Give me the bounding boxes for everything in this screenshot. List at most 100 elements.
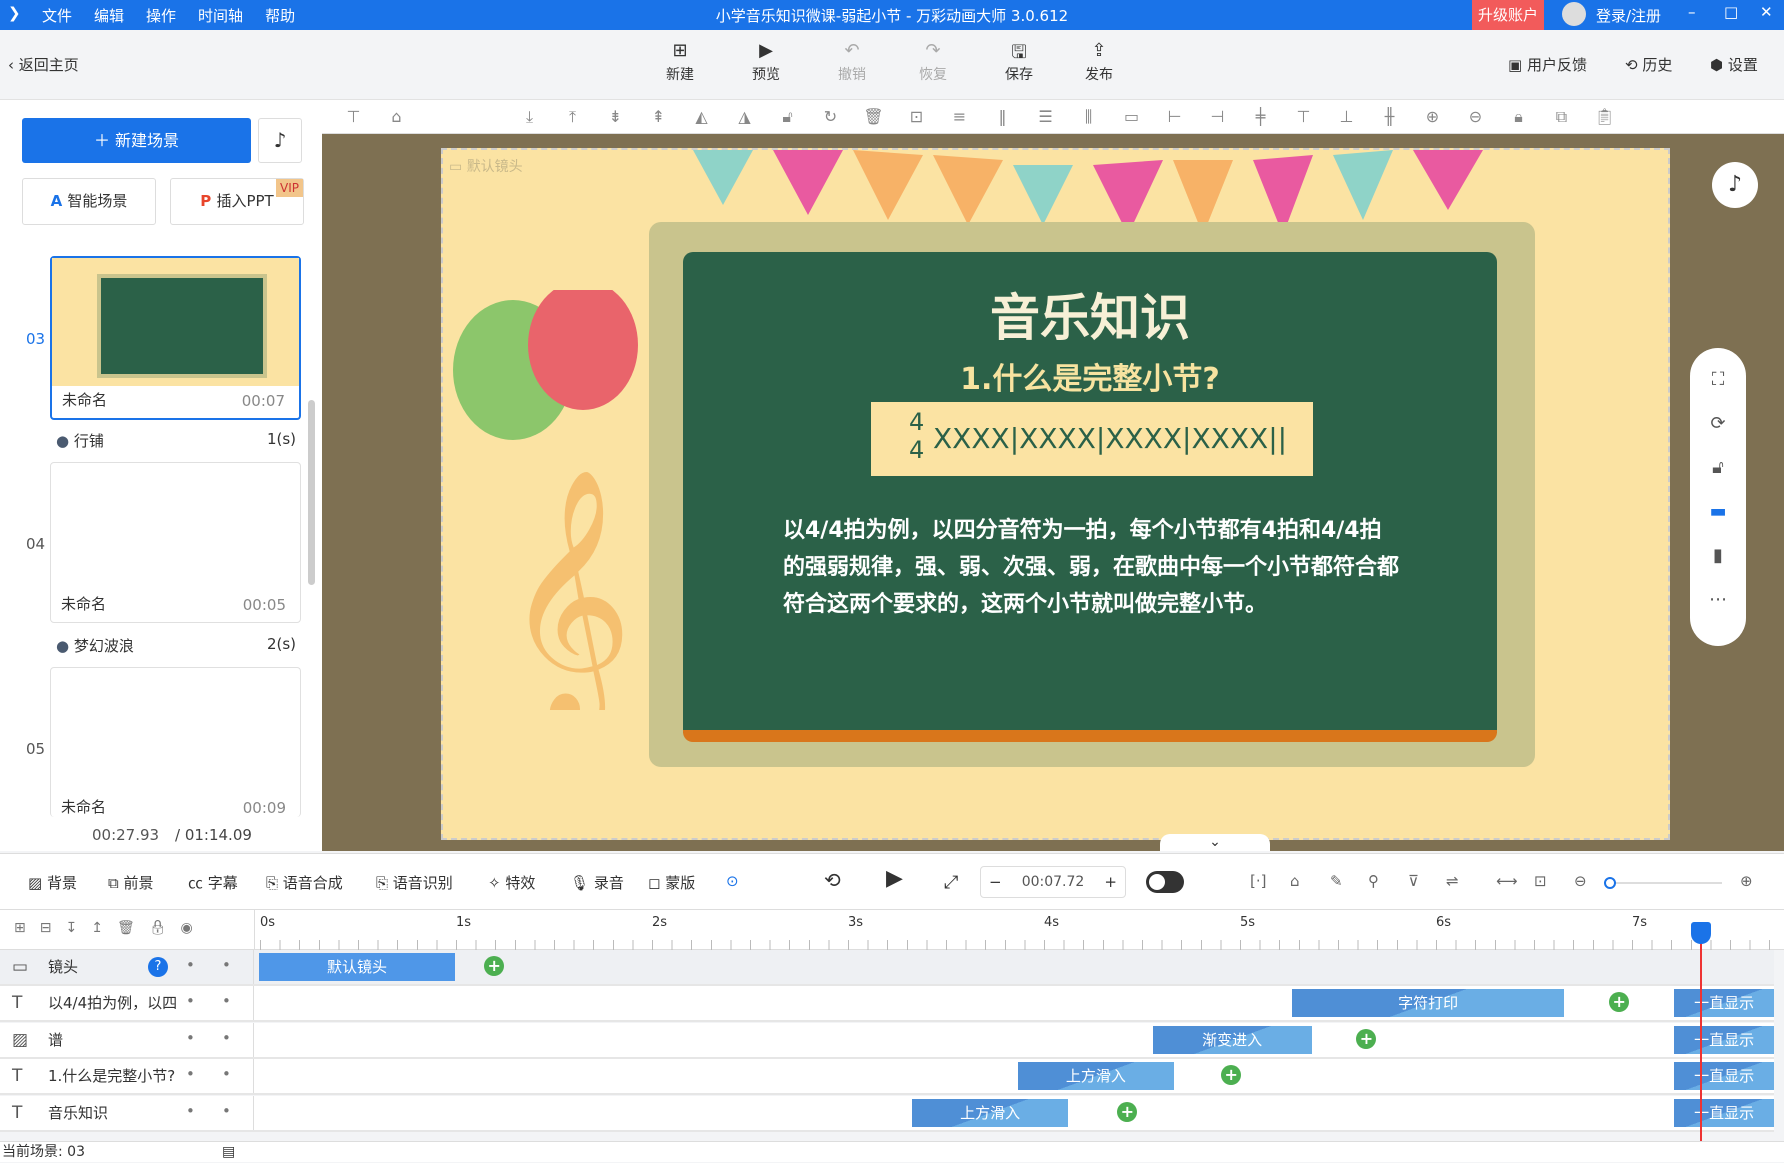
dot-icon[interactable]: • xyxy=(186,1065,195,1083)
lock-icon[interactable]: 🔒︎ xyxy=(149,920,181,936)
add-keyframe-icon[interactable]: + xyxy=(1609,992,1630,1013)
align-right-icon[interactable]: ⊣ xyxy=(1196,107,1239,126)
upgrade-button[interactable]: 升级账户 xyxy=(1472,0,1544,30)
track-row[interactable]: ▨ 谱 • • 渐变进入 一直显示 + xyxy=(0,1022,1775,1059)
track-label[interactable]: 镜头 xyxy=(0,950,254,984)
distribute-v-icon[interactable]: ⫼ xyxy=(1067,107,1110,127)
move-down-icon[interactable]: ↧ xyxy=(65,920,91,936)
track-row[interactable]: ▭ 镜头 ? • • 默认镜头 + xyxy=(0,950,1774,986)
track-label[interactable]: 以4/4拍为例，以四 xyxy=(0,986,254,1021)
track-label[interactable]: 谱 xyxy=(0,1022,254,1057)
settings-button[interactable]: ⬢ 设置 xyxy=(1710,54,1758,75)
move-up-icon[interactable]: ↥ xyxy=(91,920,117,936)
menu-edit[interactable]: 编辑 xyxy=(94,7,124,25)
dot-icon[interactable]: • xyxy=(186,992,195,1010)
record-button[interactable]: 🎙︎ 录音 xyxy=(570,872,624,893)
format-painter-icon[interactable]: ⊤ xyxy=(332,107,375,126)
align-top-icon[interactable]: ⊤ xyxy=(1282,107,1325,126)
zoom-in-icon[interactable]: ⊕ xyxy=(1411,107,1454,126)
preview-button[interactable]: ▶ 预览 xyxy=(736,40,796,84)
animation-clip[interactable]: 默认镜头 xyxy=(259,953,455,981)
dot-icon[interactable]: • xyxy=(222,956,231,974)
adjust-icon[interactable]: ⇌ xyxy=(1446,872,1459,890)
plus-button[interactable]: + xyxy=(1104,873,1117,891)
add-keyframe-icon[interactable]: + xyxy=(484,956,505,976)
zoom-slider[interactable] xyxy=(1604,877,1722,889)
add-layer-icon[interactable]: ⊞ xyxy=(14,920,40,936)
flip-h-icon[interactable]: ◭ xyxy=(680,107,723,126)
scene-card[interactable]: 未命名 00:05 xyxy=(50,462,301,623)
lock-icon[interactable]: 🔓︎ xyxy=(766,107,809,127)
send-back-icon[interactable]: ⇟ xyxy=(594,107,637,126)
slide-subtitle[interactable]: 1.什么是完整小节? xyxy=(683,354,1497,398)
add-keyframe-icon[interactable]: + xyxy=(1117,1101,1138,1122)
delete-icon[interactable]: 🗑︎ xyxy=(117,920,149,936)
animation-clip[interactable]: 一直显示 xyxy=(1674,1098,1775,1127)
undo-button[interactable]: ↶ 撤销 xyxy=(822,40,882,84)
add-folder-icon[interactable]: ⊟ xyxy=(40,920,66,936)
animation-clip[interactable]: 上方滑入 xyxy=(911,1098,1069,1127)
dot-icon[interactable]: • xyxy=(186,1102,195,1120)
lock-icon[interactable]: 🔓︎ xyxy=(1690,446,1746,490)
new-button[interactable]: ⊞ 新建 xyxy=(650,40,710,84)
actual-size-icon[interactable]: ⊡ xyxy=(1534,872,1547,890)
dot-icon[interactable]: • xyxy=(222,1029,231,1047)
align-middle-icon[interactable]: ‖ xyxy=(981,107,1024,126)
redo-button[interactable]: ↷ 恢复 xyxy=(903,40,963,84)
rotate-icon[interactable]: ↻ xyxy=(809,107,852,126)
transition-item[interactable]: ● 梦幻波浪 2(s) xyxy=(56,635,296,656)
dot-icon[interactable]: • xyxy=(222,1102,231,1120)
tts-button[interactable]: ⎘ 语音合成 xyxy=(266,872,343,893)
rotate-icon[interactable]: ⟳ xyxy=(1690,402,1746,446)
mask-button[interactable]: ◻ 蒙版 xyxy=(648,872,695,893)
toggle-switch[interactable] xyxy=(1146,871,1184,893)
dot-icon[interactable]: • xyxy=(222,992,231,1010)
align-left-icon[interactable]: ⊢ xyxy=(1153,107,1196,126)
track-row[interactable]: T 音乐知识 • • 上方滑入 一直显示 + xyxy=(0,1095,1775,1132)
flip-v-icon[interactable]: ◮ xyxy=(723,107,766,126)
music-note-icon[interactable]: ♪ xyxy=(1712,162,1758,208)
dot-icon[interactable]: • xyxy=(186,1029,195,1047)
menu-timeline[interactable]: 时间轴 xyxy=(198,7,243,25)
insert-ppt-button[interactable]: P 插入PPT VIP xyxy=(170,178,304,225)
foreground-button[interactable]: ⧉ 前景 xyxy=(108,872,154,893)
edit-icon[interactable]: ✎ xyxy=(1330,872,1343,890)
publish-button[interactable]: ⇪ 发布 xyxy=(1069,40,1129,84)
zoom-in-icon[interactable]: ⊕ xyxy=(1740,872,1753,890)
unlock-icon[interactable]: 🔒︎ xyxy=(1497,107,1540,127)
fullscreen-icon[interactable]: ⤢ xyxy=(944,872,958,893)
scene-scrollbar[interactable] xyxy=(308,400,315,585)
group-icon[interactable]: ⊡ xyxy=(895,107,938,126)
align-center-icon[interactable]: ≡ xyxy=(938,107,981,126)
filter-icon[interactable]: ⊽ xyxy=(1408,872,1419,890)
back-home-link[interactable]: ‹ 返回主页 xyxy=(8,54,79,75)
align-vcenter-icon[interactable]: ╫ xyxy=(1368,107,1411,126)
fit-width-icon[interactable]: ⟷ xyxy=(1496,872,1518,890)
paste-icon[interactable]: 📋︎ xyxy=(1583,107,1626,126)
avatar[interactable] xyxy=(1562,2,1586,26)
track-row[interactable]: T 以4/4拍为例，以四 • • 字符打印 一直显示 + xyxy=(0,986,1775,1023)
more-circle-icon[interactable]: ⊙ xyxy=(726,872,739,890)
align-bottom-icon[interactable]: ⊥ xyxy=(1325,107,1368,126)
slide-body[interactable]: 以4/4拍为例，以四分音符为一拍，每个小节都有4拍和4/4拍的强弱规律，强、弱、… xyxy=(783,512,1403,623)
move-down-icon[interactable]: ⤓ xyxy=(508,107,551,127)
replay-icon[interactable]: ⟲ xyxy=(824,868,841,892)
track-row[interactable]: T 1.什么是完整小节? • • 上方滑入 一直显示 + xyxy=(0,1059,1775,1096)
animation-clip[interactable]: 一直显示 xyxy=(1674,1025,1775,1054)
history-button[interactable]: ⟲ 历史 xyxy=(1625,54,1672,75)
new-scene-button[interactable]: ＋ 新建场景 xyxy=(22,118,251,163)
animation-clip[interactable]: 渐变进入 xyxy=(1152,1025,1312,1054)
close-button[interactable]: ✕ xyxy=(1760,3,1773,21)
track-label[interactable]: 音乐知识 xyxy=(0,1095,254,1130)
notation-box[interactable]: 44 XXXX|XXXX|XXXX|XXXX|| xyxy=(871,402,1313,476)
fit-screen-icon[interactable]: ⛶ xyxy=(1690,358,1746,402)
bracket-icon[interactable]: [·] xyxy=(1250,872,1266,890)
feedback-button[interactable]: ▣ 用户反馈 xyxy=(1508,54,1587,75)
login-link[interactable]: 登录/注册 xyxy=(1596,5,1661,26)
time-ruler[interactable]: 0s 1s 2s 3s 4s 5s 6s 7s xyxy=(254,910,1774,950)
smart-scene-button[interactable]: A 智能场景 xyxy=(22,178,156,225)
more-icon[interactable]: ⋯ xyxy=(1690,578,1746,622)
collapse-toggle[interactable]: ⌄ xyxy=(1160,834,1270,851)
eye-icon[interactable]: ◉ xyxy=(181,920,207,936)
subtitle-button[interactable]: ㏄ 字幕 xyxy=(188,872,238,893)
